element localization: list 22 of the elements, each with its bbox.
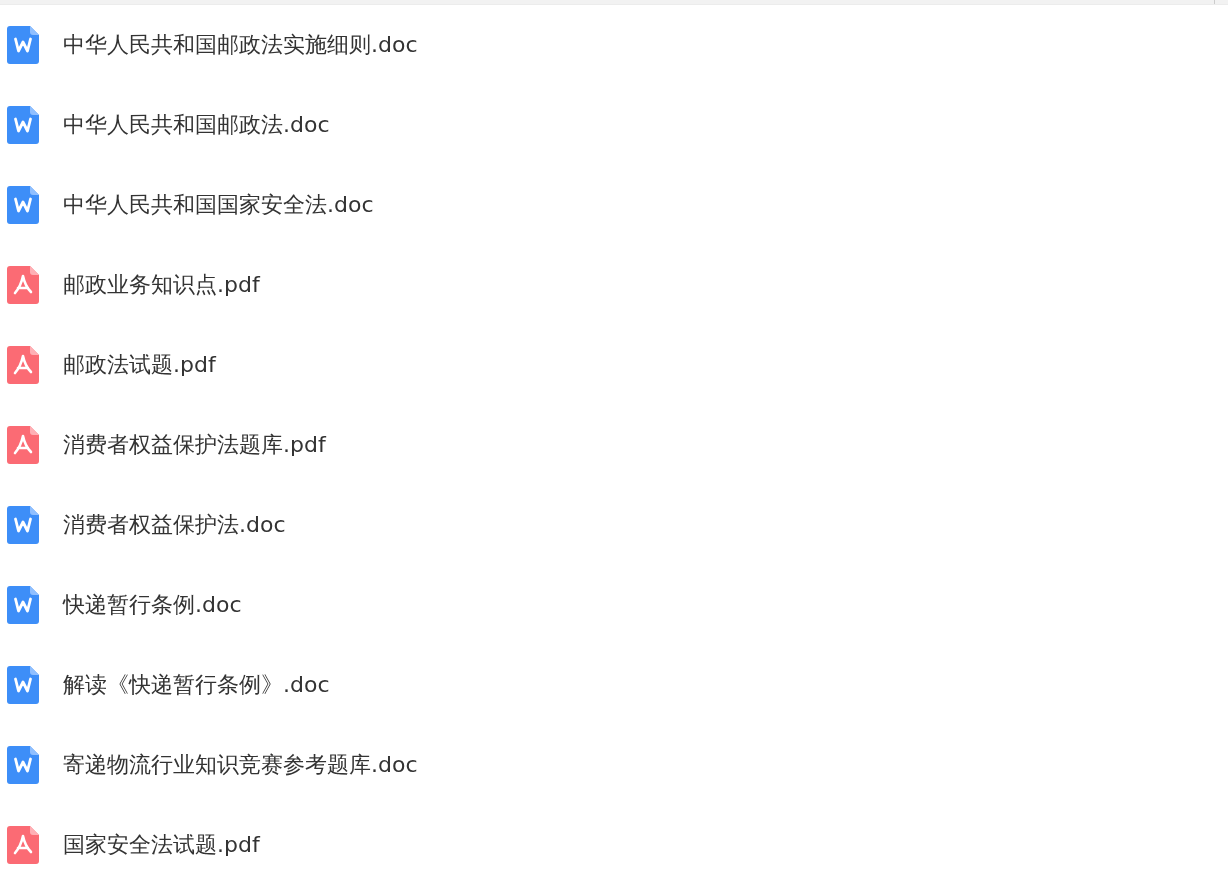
pdf-document-icon <box>7 826 39 864</box>
file-name[interactable]: 中华人民共和国邮政法实施细则.doc <box>63 30 418 60</box>
pdf-document-icon <box>7 266 39 304</box>
file-name[interactable]: 国家安全法试题.pdf <box>63 830 260 860</box>
pdf-document-icon <box>7 346 39 384</box>
word-document-icon <box>7 666 39 704</box>
file-name[interactable]: 寄递物流行业知识竞赛参考题库.doc <box>63 750 418 780</box>
file-name[interactable]: 邮政业务知识点.pdf <box>63 270 260 300</box>
file-name[interactable]: 解读《快递暂行条例》.doc <box>63 670 330 700</box>
file-name[interactable]: 中华人民共和国邮政法.doc <box>63 110 330 140</box>
word-document-icon <box>7 586 39 624</box>
word-document-icon <box>7 106 39 144</box>
file-name[interactable]: 中华人民共和国国家安全法.doc <box>63 190 374 220</box>
file-name[interactable]: 快递暂行条例.doc <box>63 590 242 620</box>
file-name[interactable]: 邮政法试题.pdf <box>63 350 216 380</box>
word-document-icon <box>7 506 39 544</box>
file-name[interactable]: 消费者权益保护法.doc <box>63 510 286 540</box>
word-document-icon <box>7 26 39 64</box>
file-name[interactable]: 消费者权益保护法题库.pdf <box>63 430 326 460</box>
pdf-document-icon <box>7 426 39 464</box>
word-document-icon <box>7 186 39 224</box>
word-document-icon <box>7 746 39 784</box>
